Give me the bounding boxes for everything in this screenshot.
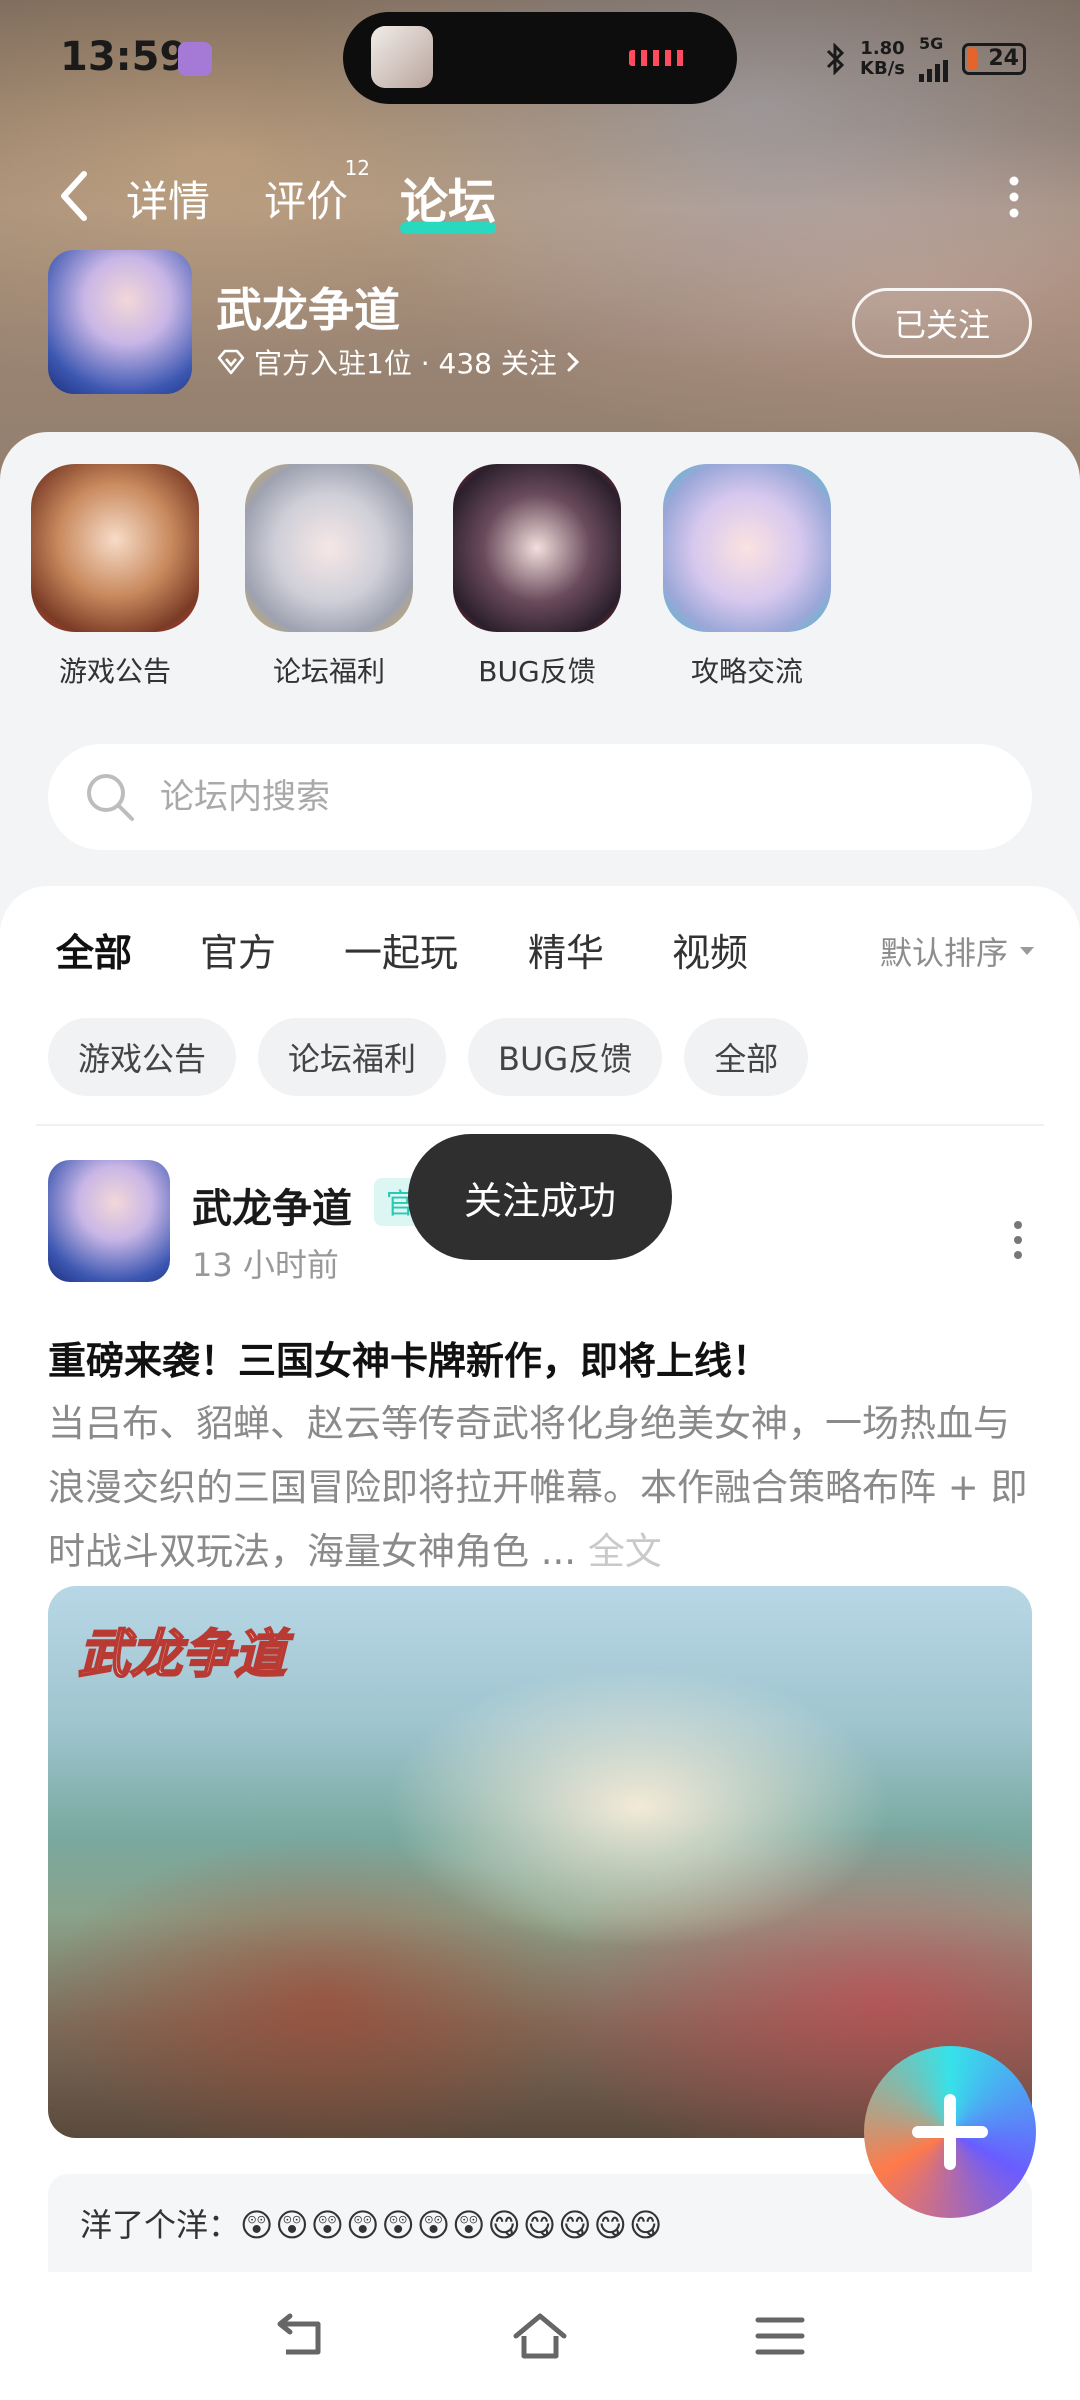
section-announcements[interactable]: 游戏公告 [30,464,200,690]
dynamic-island[interactable] [343,12,737,104]
tab-reviews-badge: 12 [344,156,371,180]
section-label: 游戏公告 [58,655,171,688]
comment-user: 洋了个洋： [80,2206,241,2244]
feed-tab-official[interactable]: 官方 [200,922,276,977]
tab-forum[interactable]: 论坛 [400,162,497,234]
chip-announcements[interactable]: 游戏公告 [48,1018,237,1096]
game-avatar[interactable] [48,250,192,394]
chip-bug-report[interactable]: BUG反馈 [468,1018,663,1096]
section-welfare[interactable]: 论坛福利 [244,464,414,690]
status-indicators: 1.80 KB/s 5G 24 [824,36,1026,82]
forum-sections: 游戏公告 论坛福利 BUG反馈 攻略交流 [0,464,1080,694]
chevron-right-icon [567,352,579,372]
read-full-link[interactable]: 全文 [588,1530,662,1573]
back-nav-icon[interactable] [270,2306,330,2366]
audio-wave-icon [629,50,689,66]
feed-tab-video[interactable]: 视频 [672,922,748,977]
notification-app-icon [178,42,212,76]
category-chips: 游戏公告 论坛福利 BUG反馈 全部 [48,1018,809,1096]
feed-tab-all[interactable]: 全部 [56,922,133,983]
game-logo: 武龙争道 [77,1623,287,1686]
post-author[interactable]: 武龙争道 [192,1176,352,1234]
section-bug-report-image [453,464,621,632]
bluetooth-icon [826,43,845,75]
net-speed: 1.80 KB/s [860,39,905,79]
tab-reviews[interactable]: 评价 12 [264,156,370,229]
battery-level: 24 [988,46,1019,71]
back-icon[interactable] [52,166,102,226]
game-header: 武龙争道 官方入驻1位 · 438 关注 已关注 [0,250,1080,400]
net-speed-value: 1.80 [860,38,905,59]
menu-nav-icon[interactable] [750,2306,810,2366]
follow-button[interactable]: 已关注 [852,288,1032,358]
home-nav-icon[interactable] [510,2306,570,2366]
game-meta-text: 官方入驻1位 · 438 关注 [254,347,557,380]
network-type: 5G [919,34,944,53]
plus-icon [912,2094,988,2170]
feed-tab-play-together[interactable]: 一起玩 [344,922,458,977]
toast-message: 关注成功 [408,1134,672,1260]
diamond-icon [217,349,245,375]
status-bar: 13:59 1.80 KB/s 5G 24 [0,0,1080,110]
media-thumbnail-icon [371,26,433,88]
network-indicator: 5G [919,36,948,82]
post-time: 13 小时前 [192,1246,339,1284]
comment-text: 😲😲😲😲😲😲😲😋😋😋😋😋 [240,2206,665,2244]
section-strategy[interactable]: 攻略交流 [662,464,832,690]
chip-welfare[interactable]: 论坛福利 [258,1018,447,1096]
tab-reviews-label: 评价 [264,177,349,226]
dropdown-arrow-icon [1020,947,1034,955]
sort-dropdown[interactable]: 默认排序 [880,928,1036,974]
system-navigation-bar [0,2272,1080,2400]
post-body[interactable]: 当吕布、貂蝉、赵云等传奇武将化身绝美女神，一场热血与浪漫交织的三国冒险即将拉开帷… [48,1392,1032,1584]
section-bug-report[interactable]: BUG反馈 [452,464,622,690]
status-time: 13:59 [60,34,188,80]
create-post-button[interactable] [864,2046,1036,2218]
post-title[interactable]: 重磅来袭！三国女神卡牌新作，即将上线！ [48,1330,1032,1385]
section-welfare-image [245,464,413,632]
top-navigation: 详情 评价 12 论坛 [0,150,1080,240]
author-avatar[interactable] [48,1160,170,1282]
game-meta-link[interactable]: 官方入驻1位 · 438 关注 [216,342,581,382]
more-vertical-icon[interactable] [1008,176,1020,218]
section-label: 攻略交流 [690,655,803,688]
divider [36,1124,1044,1126]
section-label: BUG反馈 [478,655,596,688]
battery-icon: 24 [962,43,1026,75]
post-body-text: 当吕布、貂蝉、赵云等传奇武将化身绝美女神，一场热血与浪漫交织的三国冒险即将拉开帷… [48,1402,1028,1573]
signal-icon [919,52,948,82]
game-title: 武龙争道 [216,283,400,337]
search-icon [87,774,134,821]
feed-tab-featured[interactable]: 精华 [528,922,604,977]
chip-all[interactable]: 全部 [684,1018,809,1096]
tab-details[interactable]: 详情 [126,168,210,229]
forum-search-bar[interactable] [48,744,1032,850]
sort-label: 默认排序 [879,934,1008,972]
search-input[interactable] [160,777,960,817]
post-more-icon[interactable] [1012,1220,1024,1260]
section-label: 论坛福利 [272,655,385,688]
feed-tabs: 全部 官方 一起玩 精华 视频 默认排序 [56,922,1036,992]
section-announcements-image [31,464,199,632]
net-speed-unit: KB/s [860,58,905,79]
section-strategy-image [663,464,831,632]
